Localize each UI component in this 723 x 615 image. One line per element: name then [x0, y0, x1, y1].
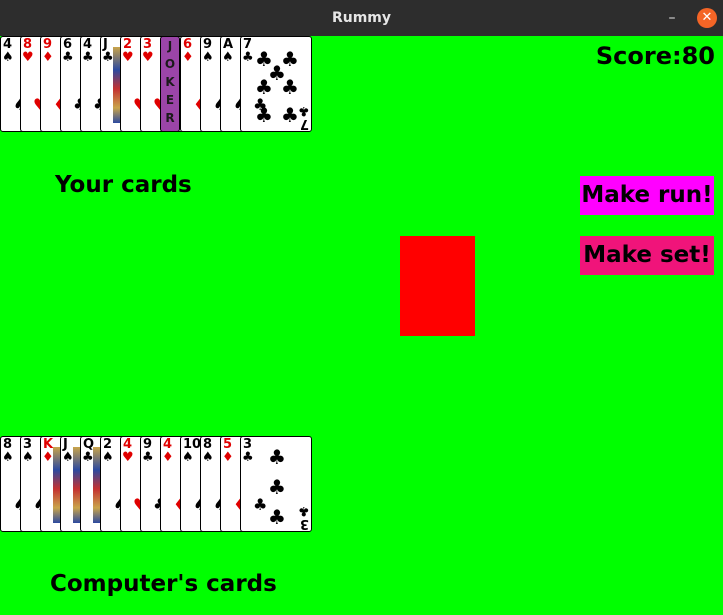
card-suit-icon: ♦	[162, 450, 174, 465]
your-cards-label: Your cards	[55, 172, 192, 198]
joker-letter: K	[165, 75, 175, 89]
joker-letter: J	[167, 39, 173, 53]
card-suit-icon: ♠	[102, 450, 114, 465]
card-pip-icon: ♣	[268, 475, 286, 499]
computer-cards-label: Computer's cards	[50, 571, 277, 597]
card-suit-icon: ♣	[242, 450, 254, 465]
minimize-icon[interactable]: –	[662, 8, 682, 28]
draw-pile[interactable]	[400, 236, 475, 336]
card-suit-icon: ♠	[2, 450, 14, 465]
card-pip-icon: ♣	[281, 75, 299, 99]
card-pip-icon: ♣	[253, 495, 268, 514]
card-suit-icon: ♦	[222, 450, 234, 465]
player-card[interactable]: 7 ♣ ♣ ♣ ♣ ♣ ♣ ♣ ♣ ♣ 7 ♣	[240, 36, 312, 132]
card-suit-icon: ♥	[122, 50, 134, 65]
make-set-button[interactable]: Make set!	[580, 236, 714, 275]
joker-letter: O	[164, 57, 176, 71]
card-suit-icon: ♠	[222, 50, 234, 65]
card-suit-icon: ♥	[22, 50, 34, 65]
player-card-joker[interactable]: JOKER	[160, 36, 180, 132]
score-display: Score:80	[595, 42, 715, 70]
window-title: Rummy	[331, 10, 392, 26]
card-suit-icon: ♣	[102, 50, 114, 65]
card-pip-icon: ♣	[281, 103, 299, 127]
card-suit-icon: ♠	[62, 450, 74, 465]
card-suit-icon: ♣	[298, 503, 310, 518]
joker-letter: E	[165, 93, 175, 107]
card-pip-icon: ♣	[255, 75, 273, 99]
game-table: 4♠♠8♥♥9♦♦6♣♣4♣♣J♣2♥♥3♥♥JOKER6♦♦9♠♠A♠♠7♣♣…	[0, 36, 723, 615]
card-suit-icon: ♥	[122, 450, 134, 465]
card-suit-icon: ♥	[142, 50, 154, 65]
card-pip-icon: ♣	[255, 103, 273, 127]
card-suit-icon: ♠	[182, 450, 194, 465]
card-suit-icon: ♠	[22, 450, 34, 465]
card-suit-icon: ♠	[202, 50, 214, 65]
card-pip-icon: ♣	[268, 445, 286, 469]
computer-card[interactable]: 3 ♣ ♣ ♣ ♣ ♣ 3 ♣	[240, 436, 312, 532]
card-suit-icon: ♣	[142, 450, 154, 465]
card-suit-icon: ♦	[42, 50, 54, 65]
card-suit-icon: ♣	[82, 450, 94, 465]
card-rank: 7	[299, 116, 309, 131]
card-suit-icon: ♣	[82, 50, 94, 65]
card-pip-icon: ♣	[268, 505, 286, 529]
card-suit-icon: ♣	[298, 103, 310, 118]
make-run-button[interactable]: Make run!	[580, 176, 714, 215]
card-rank: 3	[299, 516, 309, 531]
card-suit-icon: ♣	[62, 50, 74, 65]
joker-letter: R	[165, 111, 175, 125]
card-suit-icon: ♦	[182, 50, 194, 65]
title-bar: Rummy – ✕	[0, 0, 723, 36]
close-icon[interactable]: ✕	[697, 8, 717, 28]
card-suit-icon: ♦	[42, 450, 54, 465]
card-suit-icon: ♠	[2, 50, 14, 65]
card-suit-icon: ♠	[202, 450, 214, 465]
card-suit-icon: ♣	[242, 50, 254, 65]
